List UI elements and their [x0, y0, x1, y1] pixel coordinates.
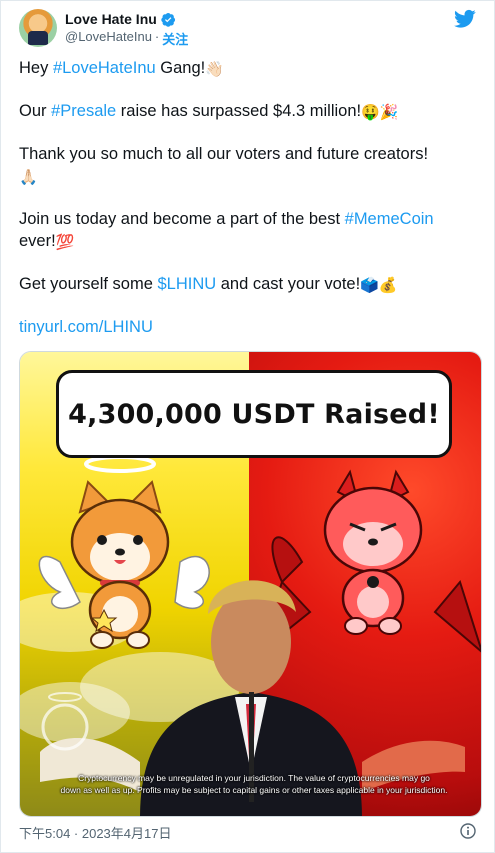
tweet-link[interactable]: tinyurl.com/LHINU [19, 318, 153, 336]
author-handle[interactable]: @LoveHateInu [65, 29, 152, 48]
disclaimer-line-2: down as well as up. Profits may be subje… [60, 785, 448, 795]
handle-row: @LoveHateInu · 关注 [65, 29, 188, 48]
verified-badge-icon [161, 12, 175, 27]
ballot-moneybag-emoji: 🗳️💰 [360, 277, 398, 294]
tweet-line-6: tinyurl.com/LHINU [19, 316, 481, 338]
avatar[interactable] [19, 9, 57, 47]
text-segment: Get yourself some [19, 275, 158, 293]
twitter-bird-icon[interactable] [454, 9, 476, 29]
cashtag-lhinu[interactable]: $LHINU [157, 275, 216, 293]
angel-dog-illustration [38, 455, 210, 649]
hashtag-lovehateinu[interactable]: #LoveHateInu [53, 59, 156, 77]
folded-hands-emoji: 🙏🏻 [19, 169, 38, 186]
tweet-line-4: Join us today and become a part of the b… [19, 208, 481, 252]
devil-dog-illustration [258, 469, 481, 655]
raised-headline: 4,300,000 USDT Raised! [68, 398, 440, 430]
text-segment: Hey [19, 59, 53, 77]
tweet-line-2: Our #Presale raise has surpassed $4.3 mi… [19, 100, 481, 122]
tweet-image[interactable]: 4,300,000 USDT Raised! Cryptocurrency ma… [19, 351, 482, 817]
author-name-row: Love Hate Inu [65, 11, 176, 27]
text-segment: Gang! [155, 59, 206, 77]
hashtag-memecoin[interactable]: #MemeCoin [345, 210, 434, 228]
tweet-header: Love Hate Inu @LoveHateInu · 关注 [15, 9, 484, 53]
text-segment: raise has surpassed $4.3 million! [116, 102, 362, 120]
text-segment: ever! [19, 232, 56, 250]
handle-separator: · [154, 29, 160, 44]
tweet-line-5: Get yourself some $LHINU and cast your v… [19, 273, 481, 295]
tweet-line-1: Hey #LoveHateInu Gang!👋🏻 [19, 57, 481, 79]
author-name[interactable]: Love Hate Inu [65, 11, 157, 27]
tweet-timestamp[interactable]: 下午5:04 · 2023年4月17日 [19, 823, 171, 842]
text-segment: Thank you so much to all our voters and … [19, 145, 429, 163]
money-party-emoji: 🤑🎉 [361, 104, 399, 121]
hundred-points-emoji: 💯 [55, 234, 75, 251]
tweet-text: Hey #LoveHateInu Gang!👋🏻 Our #Presale ra… [19, 57, 481, 359]
info-icon[interactable] [460, 823, 476, 839]
text-segment: Join us today and become a part of the b… [19, 210, 345, 228]
hashtag-presale[interactable]: #Presale [51, 102, 116, 120]
tweet-line-3: Thank you so much to all our voters and … [19, 143, 481, 187]
disclaimer-line-1: Cryptocurrency may be unregulated in you… [78, 773, 430, 783]
follow-button[interactable]: 关注 [162, 29, 188, 48]
waving-hand-emoji: 👋🏻 [205, 61, 224, 78]
legal-disclaimer: Cryptocurrency may be unregulated in you… [44, 772, 464, 796]
text-segment: and cast your vote! [216, 275, 361, 293]
text-segment: Our [19, 102, 52, 120]
raised-banner: 4,300,000 USDT Raised! [56, 370, 452, 458]
tweet-card: Love Hate Inu @LoveHateInu · 关注 Hey #Lov… [0, 0, 495, 853]
